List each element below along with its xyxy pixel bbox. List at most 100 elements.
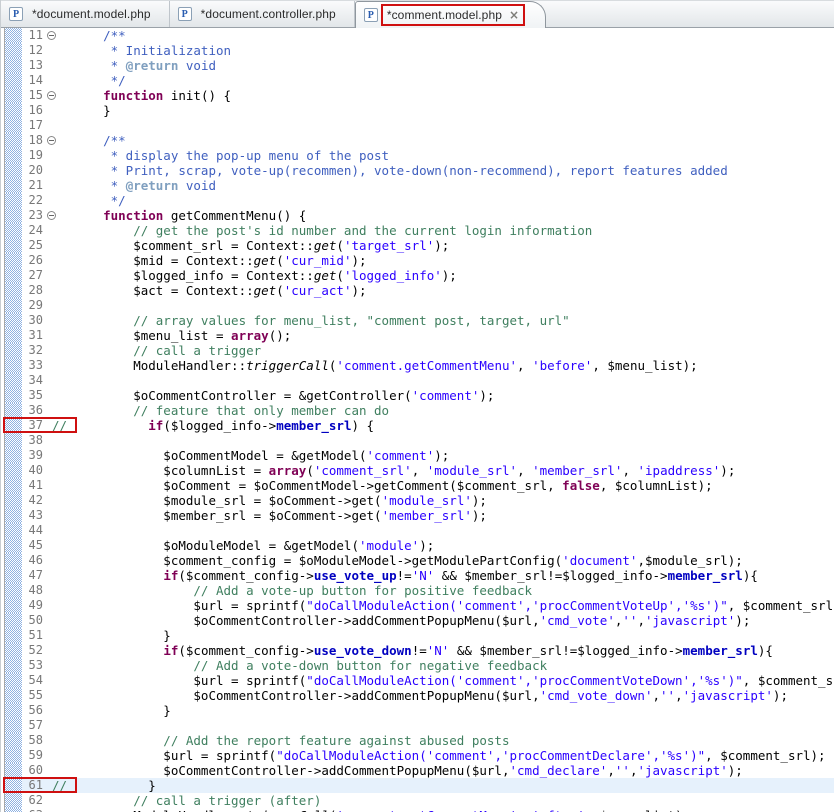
code-text[interactable]: ModuleHandler::triggerCall('comment.getC… [59, 808, 834, 812]
line-number: 12 [22, 43, 44, 58]
code-text[interactable]: } [59, 778, 834, 793]
quickdiff-ruler [5, 718, 22, 733]
code-text[interactable]: $act = Context::get('cur_act'); [59, 283, 834, 298]
line-number: 33 [22, 358, 44, 373]
fold-column [44, 523, 59, 538]
code-text[interactable]: $oCommentController = &getController('co… [59, 388, 834, 403]
quickdiff-ruler [5, 223, 22, 238]
code-text[interactable]: $url = sprintf("doCallModuleAction('comm… [59, 598, 834, 613]
code-text[interactable]: * @return void [59, 178, 834, 193]
code-line-50: 50 $oCommentController->addCommentPopupM… [1, 613, 834, 628]
code-text[interactable]: $oCommentController->addCommentPopupMenu… [59, 688, 834, 703]
code-text[interactable]: // call a trigger [59, 343, 834, 358]
line-number: 19 [22, 148, 44, 163]
fold-column [44, 148, 59, 163]
code-line-16: 16 } [1, 103, 834, 118]
code-text[interactable] [59, 433, 834, 448]
code-text[interactable]: */ [59, 73, 834, 88]
quickdiff-ruler [5, 298, 22, 313]
close-tab-icon[interactable]: × [509, 9, 519, 21]
code-text[interactable]: if($comment_config->use_vote_up!='N' && … [59, 568, 834, 583]
code-text[interactable]: $logged_info = Context::get('logged_info… [59, 268, 834, 283]
code-text[interactable]: */ [59, 193, 834, 208]
code-text[interactable]: * Initialization [59, 43, 834, 58]
quickdiff-ruler [5, 328, 22, 343]
collapse-icon[interactable] [47, 211, 56, 220]
code-text[interactable]: // feature that only member can do [59, 403, 834, 418]
code-text[interactable]: $comment_srl = Context::get('target_srl'… [59, 238, 834, 253]
code-text[interactable] [59, 298, 834, 313]
code-text[interactable]: $oCommentController->addCommentPopupMenu… [59, 613, 834, 628]
fold-column [44, 463, 59, 478]
tab--document.model.php[interactable]: P*document.model.php [1, 1, 170, 27]
code-text[interactable]: if($logged_info->member_srl) { [59, 418, 834, 433]
line-number: 59 [22, 748, 44, 763]
code-text[interactable]: * Print, scrap, vote-up(recommen), vote-… [59, 163, 834, 178]
quickdiff-ruler [5, 73, 22, 88]
code-text[interactable]: $oComment = $oCommentModel->getComment($… [59, 478, 834, 493]
code-text[interactable]: // Add a vote-up button for positive fee… [59, 583, 834, 598]
code-text[interactable]: $mid = Context::get('cur_mid'); [59, 253, 834, 268]
line-number: 35 [22, 388, 44, 403]
code-line-62: 62 // call a trigger (after) [1, 793, 834, 808]
code-text[interactable] [59, 373, 834, 388]
tab--document.controller.php[interactable]: P*document.controller.php [170, 1, 355, 27]
code-text[interactable]: $columnList = array('comment_srl', 'modu… [59, 463, 834, 478]
code-text[interactable]: /** [59, 28, 834, 43]
code-text[interactable]: $oModuleModel = &getModel('module'); [59, 538, 834, 553]
line-number: 57 [22, 718, 44, 733]
collapse-icon[interactable] [47, 91, 56, 100]
fold-column [44, 298, 59, 313]
code-text[interactable]: $module_srl = $oComment->get('module_srl… [59, 493, 834, 508]
tab--comment.model.php[interactable]: P*comment.model.php× [355, 1, 546, 28]
quickdiff-ruler [5, 448, 22, 463]
collapse-icon[interactable] [47, 136, 56, 145]
code-line-42: 42 $module_srl = $oComment->get('module_… [1, 493, 834, 508]
fold-column [44, 208, 59, 223]
code-text[interactable]: // Add a vote-down button for negative f… [59, 658, 834, 673]
tab-label-wrap: *document.controller.php [197, 5, 340, 23]
code-text[interactable]: } [59, 628, 834, 643]
code-text[interactable]: if($comment_config->use_vote_down!='N' &… [59, 643, 834, 658]
code-text[interactable]: $oCommentModel = &getModel('comment'); [59, 448, 834, 463]
quickdiff-ruler [5, 523, 22, 538]
code-text[interactable]: function getCommentMenu() { [59, 208, 834, 223]
code-text[interactable]: // array values for menu_list, "comment … [59, 313, 834, 328]
code-text[interactable]: function init() { [59, 88, 834, 103]
code-text[interactable]: $comment_config = $oModuleModel->getModu… [59, 553, 834, 568]
code-line-46: 46 $comment_config = $oModuleModel->getM… [1, 553, 834, 568]
quickdiff-ruler [5, 118, 22, 133]
code-line-22: 22 */ [1, 193, 834, 208]
code-text[interactable]: $menu_list = array(); [59, 328, 834, 343]
code-text[interactable]: ModuleHandler::triggerCall('comment.getC… [59, 358, 834, 373]
code-text[interactable]: } [59, 703, 834, 718]
code-text[interactable]: $url = sprintf("doCallModuleAction('comm… [59, 673, 834, 688]
code-text[interactable] [59, 118, 834, 133]
code-editor[interactable]: 11 /**12 * Initialization13 * @return vo… [1, 28, 834, 812]
code-text[interactable] [59, 523, 834, 538]
fold-column [44, 178, 59, 193]
quickdiff-ruler [5, 358, 22, 373]
code-line-21: 21 * @return void [1, 178, 834, 193]
code-line-61: 61 }// [1, 778, 834, 793]
code-text[interactable] [59, 718, 834, 733]
code-text[interactable]: $oCommentController->addCommentPopupMenu… [59, 763, 834, 778]
code-text[interactable]: $member_srl = $oComment->get('member_srl… [59, 508, 834, 523]
line-number: 24 [22, 223, 44, 238]
code-text[interactable]: } [59, 103, 834, 118]
code-text[interactable]: // call a trigger (after) [59, 793, 834, 808]
code-text[interactable]: $url = sprintf("doCallModuleAction('comm… [59, 748, 834, 763]
fold-column [44, 193, 59, 208]
line-number: 32 [22, 343, 44, 358]
code-text[interactable]: // Add the report feature against abused… [59, 733, 834, 748]
code-text[interactable]: // get the post's id number and the curr… [59, 223, 834, 238]
code-text[interactable]: /** [59, 133, 834, 148]
code-text[interactable]: * display the pop-up menu of the post [59, 148, 834, 163]
code-text[interactable]: * @return void [59, 58, 834, 73]
fold-column [44, 598, 59, 613]
quickdiff-ruler [5, 418, 22, 433]
collapse-icon[interactable] [47, 31, 56, 40]
fold-column [44, 133, 59, 148]
quickdiff-ruler [5, 103, 22, 118]
tab-label: *document.model.php [32, 7, 151, 21]
